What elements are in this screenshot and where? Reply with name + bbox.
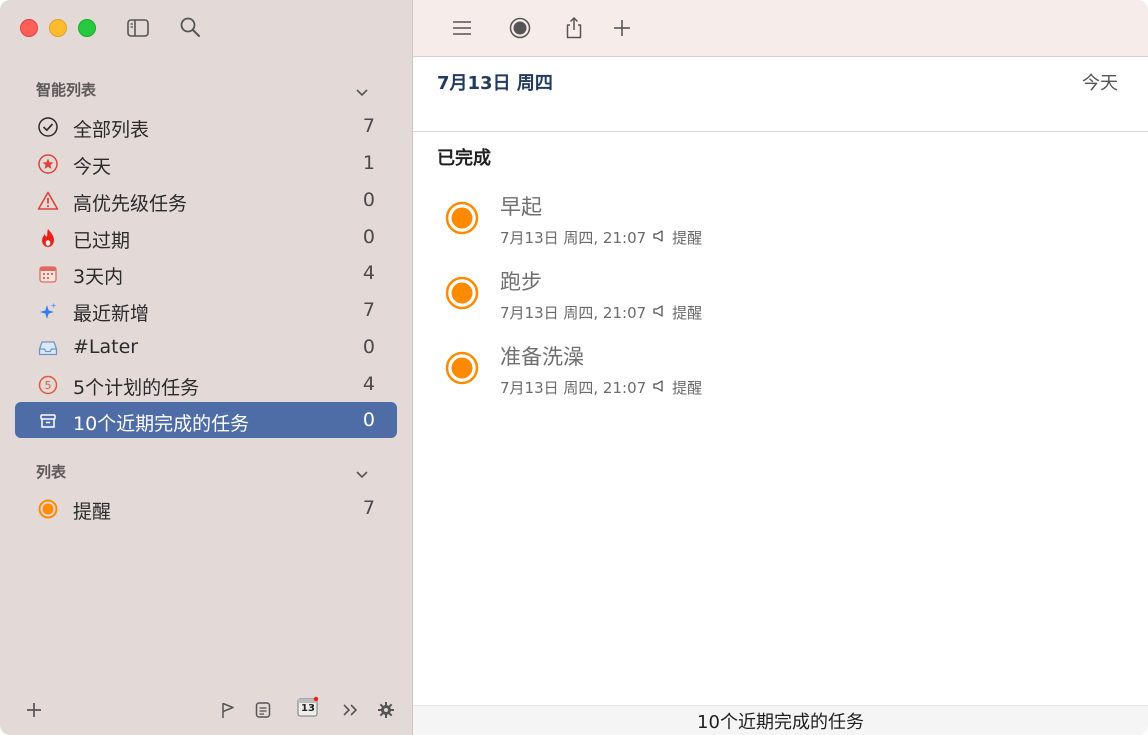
sidebar-item-count: 7 bbox=[362, 115, 375, 137]
warning-icon bbox=[37, 190, 59, 212]
sidebar-item-label: #Later bbox=[73, 336, 139, 358]
check-circle-icon bbox=[37, 116, 59, 138]
task-title[interactable]: 跑步 bbox=[500, 266, 542, 296]
double-chevron-right-icon[interactable] bbox=[340, 699, 360, 721]
flag-icon[interactable] bbox=[220, 699, 236, 721]
task-list-name: 提醒 bbox=[672, 304, 703, 322]
sidebar-item-label: 今天 bbox=[73, 156, 112, 178]
archive-icon bbox=[37, 410, 59, 432]
sidebar-item-count: 4 bbox=[362, 373, 375, 395]
add-task-plus-icon[interactable] bbox=[609, 15, 635, 41]
tray-icon bbox=[37, 337, 59, 359]
sidebar-item-count: 0 bbox=[362, 336, 375, 358]
sidebar-item-count: 4 bbox=[362, 262, 375, 284]
smart-lists-header: 智能列表 bbox=[36, 81, 97, 99]
star-circle-icon bbox=[37, 153, 59, 175]
plus-icon[interactable] bbox=[24, 699, 44, 721]
calendar-icon bbox=[37, 263, 59, 285]
gear-icon[interactable] bbox=[376, 699, 396, 721]
sidebar-item-recently-added[interactable]: 最近新增 7 bbox=[15, 292, 397, 328]
sidebar-item-label: 已过期 bbox=[73, 230, 131, 252]
header-divider bbox=[413, 131, 1148, 132]
task-title[interactable]: 准备洗澡 bbox=[500, 341, 584, 371]
task-meta: 7月13日 周四, 21:07 提醒 bbox=[500, 377, 702, 398]
sidebar-item-later[interactable]: #Later 0 bbox=[15, 329, 397, 365]
minimize-window-button[interactable] bbox=[49, 19, 67, 37]
sidebar-item-label: 最近新增 bbox=[73, 303, 150, 325]
task-list-name: 提醒 bbox=[672, 379, 703, 397]
sidebar-item-reminders-list[interactable]: 提醒 7 bbox=[15, 490, 397, 526]
sidebar-item-recently-completed[interactable]: 10个近期完成的任务 0 bbox=[15, 402, 397, 438]
sidebar-item-today[interactable]: 今天 1 bbox=[15, 145, 397, 181]
flame-icon bbox=[37, 227, 59, 249]
calendar-date-icon[interactable]: 13 bbox=[296, 695, 320, 719]
number-five-icon: 5 bbox=[37, 374, 59, 396]
task-meta: 7月13日 周四, 21:07 提醒 bbox=[500, 302, 702, 323]
search-icon[interactable] bbox=[179, 16, 201, 38]
task-complete-checkbox[interactable] bbox=[445, 276, 479, 310]
zoom-window-button[interactable] bbox=[78, 19, 96, 37]
main-panel: 7月13日 周四 今天 已完成 早起 7月13日 周四, 21:07 提醒 跑步… bbox=[413, 0, 1148, 735]
note-icon[interactable] bbox=[254, 699, 272, 721]
sidebar-item-count: 7 bbox=[362, 299, 375, 321]
calendar-date-badge: 13 bbox=[301, 703, 315, 714]
completed-section-title: 已完成 bbox=[437, 148, 491, 169]
task-date: 7月13日 周四, 21:07 bbox=[500, 304, 647, 322]
task-complete-checkbox[interactable] bbox=[445, 351, 479, 385]
sidebar-item-three-days[interactable]: 3天内 4 bbox=[15, 255, 397, 291]
sidebar-item-count: 7 bbox=[362, 497, 375, 519]
main-toolbar bbox=[413, 0, 1148, 57]
status-bar: 10个近期完成的任务 bbox=[413, 705, 1148, 735]
sidebar-item-count: 0 bbox=[362, 189, 375, 211]
sidebar-item-count: 0 bbox=[362, 409, 375, 431]
speaker-icon bbox=[652, 229, 666, 247]
lists-header: 列表 bbox=[36, 463, 67, 481]
sidebar-item-count: 0 bbox=[362, 226, 375, 248]
sidebar-toggle-icon[interactable] bbox=[127, 18, 149, 38]
sidebar-item-scheduled[interactable]: 5 5个计划的任务 4 bbox=[15, 366, 397, 402]
sidebar-item-label: 高优先级任务 bbox=[73, 193, 188, 215]
sidebar-item-all[interactable]: 全部列表 7 bbox=[15, 108, 397, 144]
sidebar-item-label: 全部列表 bbox=[73, 119, 150, 141]
sidebar: 智能列表 全部列表 7 今天 1 高优先级任务 0 已过期 0 3天内 4 最近… bbox=[0, 0, 413, 735]
today-button[interactable]: 今天 bbox=[1082, 69, 1118, 95]
speaker-icon bbox=[652, 304, 666, 322]
chevron-down-icon[interactable] bbox=[354, 85, 370, 101]
task-date: 7月13日 周四, 21:07 bbox=[500, 379, 647, 397]
sidebar-item-label: 10个近期完成的任务 bbox=[73, 413, 250, 435]
close-window-button[interactable] bbox=[20, 19, 38, 37]
task-title[interactable]: 早起 bbox=[500, 191, 542, 221]
window-controls bbox=[20, 19, 96, 37]
sidebar-item-count: 1 bbox=[362, 152, 375, 174]
sidebar-bottom-toolbar: 13 bbox=[0, 695, 413, 725]
sidebar-item-label: 3天内 bbox=[73, 266, 124, 288]
task-list-name: 提醒 bbox=[672, 229, 703, 247]
list-color-dot-icon bbox=[37, 498, 59, 520]
task-row: 准备洗澡 7月13日 周四, 21:07 提醒 bbox=[445, 341, 1045, 401]
sidebar-item-label: 提醒 bbox=[73, 501, 112, 523]
task-complete-checkbox[interactable] bbox=[445, 201, 479, 235]
date-header: 7月13日 周四 bbox=[437, 73, 553, 94]
sidebar-item-overdue[interactable]: 已过期 0 bbox=[15, 219, 397, 255]
record-circle-icon[interactable] bbox=[507, 15, 533, 41]
app-window: 智能列表 全部列表 7 今天 1 高优先级任务 0 已过期 0 3天内 4 最近… bbox=[0, 0, 1148, 735]
chevron-down-icon[interactable] bbox=[354, 467, 370, 483]
task-date: 7月13日 周四, 21:07 bbox=[500, 229, 647, 247]
sparkles-icon bbox=[37, 300, 59, 322]
task-meta: 7月13日 周四, 21:07 提醒 bbox=[500, 227, 702, 248]
speaker-icon bbox=[652, 379, 666, 397]
svg-text:5: 5 bbox=[45, 379, 52, 392]
task-row: 早起 7月13日 周四, 21:07 提醒 bbox=[445, 191, 1045, 251]
share-icon[interactable] bbox=[561, 15, 587, 41]
sidebar-item-high-priority[interactable]: 高优先级任务 0 bbox=[15, 182, 397, 218]
menu-icon[interactable] bbox=[449, 15, 475, 41]
sidebar-item-label: 5个计划的任务 bbox=[73, 377, 200, 399]
task-row: 跑步 7月13日 周四, 21:07 提醒 bbox=[445, 266, 1045, 326]
